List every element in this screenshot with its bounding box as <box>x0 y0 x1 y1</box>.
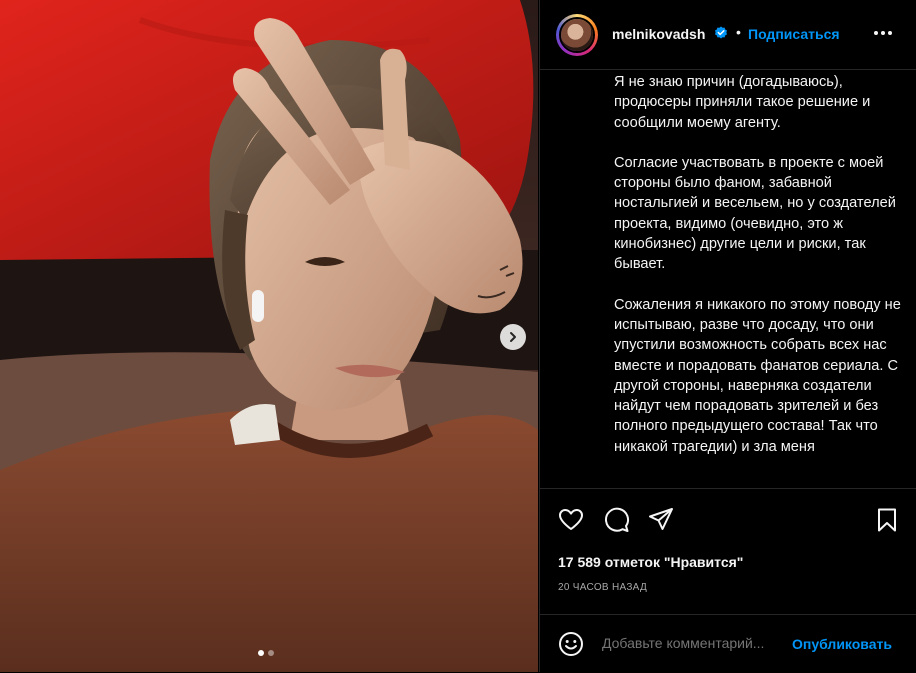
emoji-icon[interactable] <box>558 631 584 657</box>
likes-count[interactable]: 17 589 отметок "Нравится" <box>558 554 743 570</box>
post-header: melnikovadsh • Подписаться <box>540 0 916 70</box>
post-actions-bar <box>540 488 916 549</box>
instagram-post-viewer: melnikovadsh • Подписаться Я не знаю при… <box>0 0 916 672</box>
post-side-panel: melnikovadsh • Подписаться Я не знаю при… <box>539 0 916 672</box>
publish-button[interactable]: Опубликовать <box>792 636 892 652</box>
follow-button[interactable]: Подписаться <box>748 26 840 42</box>
comment-bar: Опубликовать <box>540 614 916 673</box>
post-timestamp[interactable]: 20 ЧАСОВ НАЗАД <box>558 582 647 593</box>
carousel-dot <box>268 650 274 656</box>
avatar-image <box>561 19 593 51</box>
caption-paragraph: Я не знаю причин (догадываюсь), продюсер… <box>614 74 871 131</box>
bookmark-icon[interactable] <box>874 507 900 533</box>
next-image-button[interactable] <box>500 324 526 350</box>
caption-paragraph: Согласие участвовать в проекте с моей ст… <box>614 154 896 273</box>
post-photo[interactable] <box>0 0 538 672</box>
photo-illustration <box>0 0 538 672</box>
post-caption: Я не знаю причин (догадываюсь), продюсер… <box>614 72 902 486</box>
comment-icon[interactable] <box>604 507 630 533</box>
separator-bullet: • <box>736 24 741 40</box>
share-icon[interactable] <box>648 507 674 533</box>
avatar[interactable] <box>556 14 598 56</box>
avatar-image-frame <box>559 17 595 53</box>
verified-badge-icon <box>715 26 727 39</box>
carousel-indicator <box>258 650 274 656</box>
carousel-dot-active <box>258 650 264 656</box>
chevron-right-icon <box>510 332 516 342</box>
username-link[interactable]: melnikovadsh <box>612 26 705 42</box>
more-options-icon[interactable] <box>870 22 896 44</box>
heart-icon[interactable] <box>558 507 584 533</box>
comment-input[interactable] <box>602 635 790 651</box>
caption-paragraph: Сожаления я никакого по этому поводу не … <box>614 296 901 455</box>
